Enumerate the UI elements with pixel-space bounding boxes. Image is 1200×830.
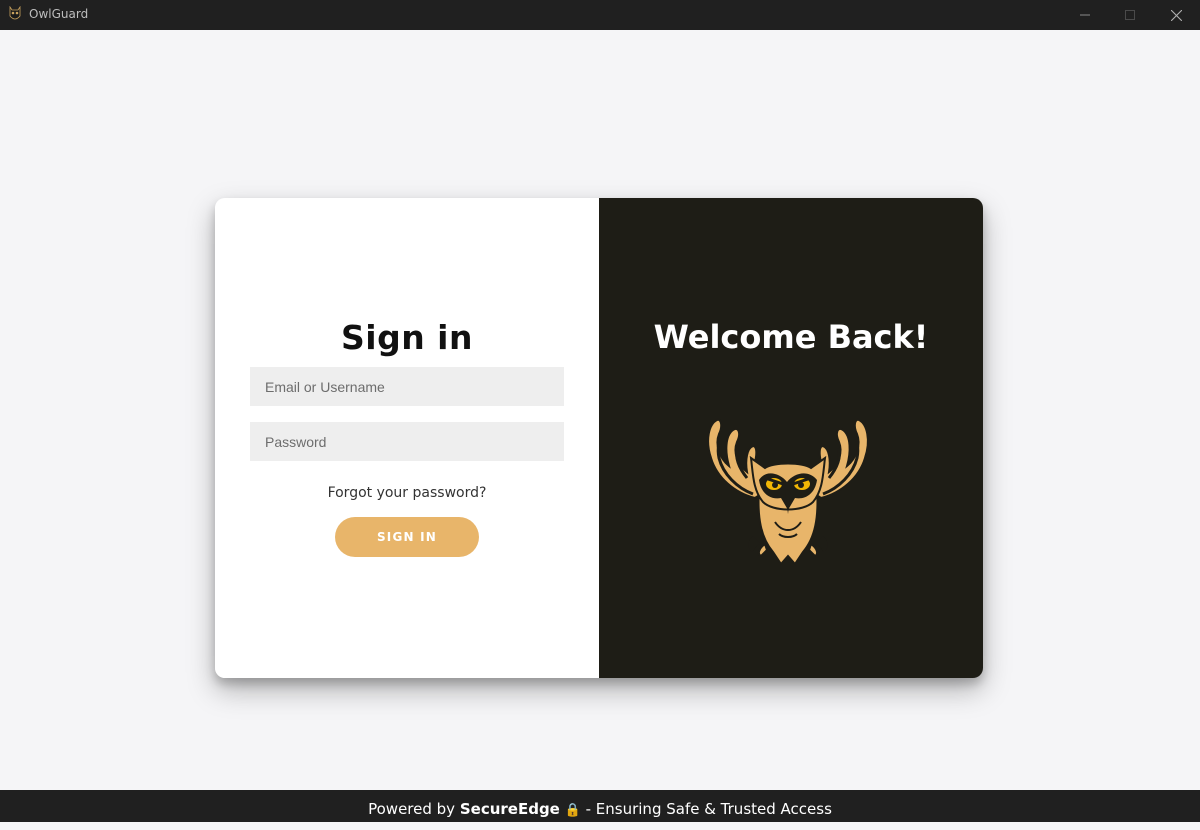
title-bar: OwlGuard (0, 0, 1200, 30)
close-button[interactable] (1153, 0, 1199, 30)
welcome-heading: Welcome Back! (653, 318, 929, 356)
footer-prefix: Powered by (368, 800, 456, 818)
sign-in-button[interactable]: SIGN IN (335, 517, 479, 557)
sign-in-panel: Sign in Forgot your password? SIGN IN (215, 198, 599, 678)
password-input[interactable] (250, 422, 564, 461)
window-title: OwlGuard (29, 7, 89, 21)
owl-app-icon (9, 6, 21, 20)
minimize-icon (1080, 14, 1090, 16)
footer-tagline: - Ensuring Safe & Trusted Access (585, 800, 832, 818)
close-icon (1170, 9, 1182, 21)
maximize-button[interactable] (1107, 0, 1153, 30)
sign-in-heading: Sign in (341, 318, 473, 357)
footer-brand: SecureEdge (459, 800, 560, 818)
forgot-password-link[interactable]: Forgot your password? (215, 485, 599, 501)
lock-icon: 🔒 (564, 803, 581, 818)
welcome-panel: Welcome Back! (599, 198, 983, 678)
minimize-button[interactable] (1062, 0, 1108, 30)
footer: Powered by SecureEdge 🔒 - Ensuring Safe … (0, 790, 1200, 822)
login-card: Sign in Forgot your password? SIGN IN We… (215, 198, 983, 678)
owl-illustration (707, 418, 869, 566)
maximize-icon (1125, 10, 1135, 20)
main-area: Sign in Forgot your password? SIGN IN We… (0, 30, 1200, 790)
email-username-input[interactable] (250, 367, 564, 406)
